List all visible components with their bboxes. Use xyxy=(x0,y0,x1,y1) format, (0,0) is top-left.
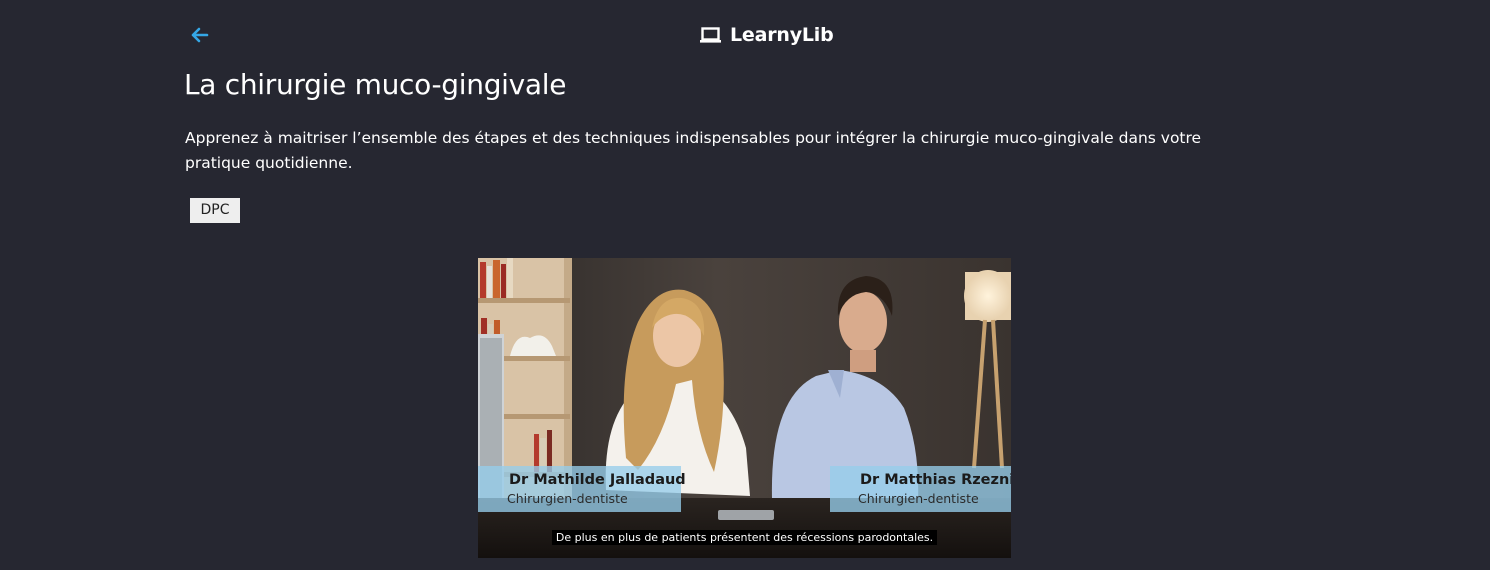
brand-logo[interactable]: LearnyLib xyxy=(700,22,834,48)
speaker-name: Dr Matthias Rzeznik xyxy=(860,472,1011,488)
subtitle-text: De plus en plus de patients présentent d… xyxy=(551,530,938,545)
video-frame xyxy=(478,258,1011,558)
page-title: La chirurgie muco-gingivale xyxy=(184,68,567,101)
laptop-icon xyxy=(700,27,721,43)
back-button[interactable] xyxy=(186,22,216,48)
course-page: LearnyLib La chirurgie muco-gingivale Ap… xyxy=(0,0,1490,570)
video-player[interactable]: Dr Mathilde Jalladaud Chirurgien-dentist… xyxy=(478,258,1011,558)
brand-name: LearnyLib xyxy=(730,24,834,46)
course-description: Apprenez à maitriser l’ensemble des étap… xyxy=(185,129,1202,172)
arrow-left-icon xyxy=(191,27,209,43)
speaker-caption-left: Dr Mathilde Jalladaud Chirurgien-dentist… xyxy=(478,466,686,512)
video-subtitle: De plus en plus de patients présentent d… xyxy=(478,526,1011,545)
speaker-name: Dr Mathilde Jalladaud xyxy=(509,472,686,488)
speaker-caption-right: Dr Matthias Rzeznik Chirurgien-dentiste xyxy=(830,466,1011,512)
speaker-role: Chirurgien-dentiste xyxy=(507,491,628,506)
dpc-badge: DPC xyxy=(190,198,240,223)
speaker-role: Chirurgien-dentiste xyxy=(858,491,979,506)
